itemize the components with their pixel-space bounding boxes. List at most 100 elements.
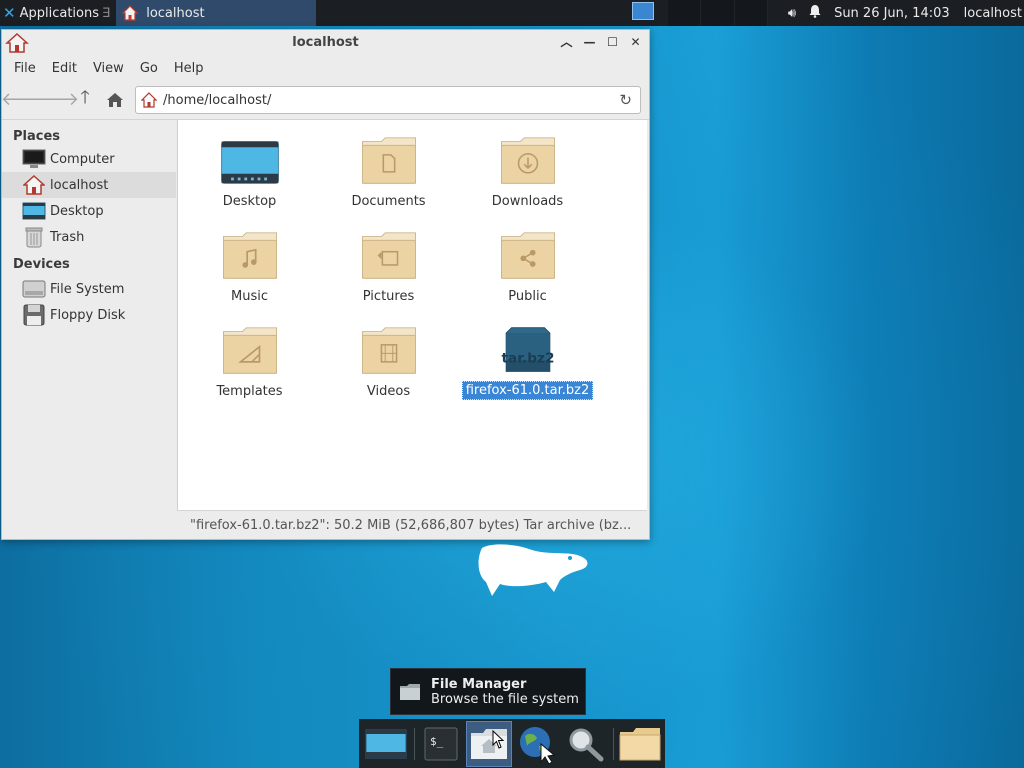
file-manager-window: localhost ︿ — ☐ ✕ File Edit View Go Help… (1, 29, 650, 540)
dock-app-finder[interactable] (562, 721, 608, 767)
file-item-templates[interactable]: Templates (180, 310, 319, 400)
floppy-icon (22, 304, 46, 326)
file-manager-icon (400, 683, 420, 700)
file-item-music[interactable]: Music (180, 215, 319, 305)
public-folder-icon (500, 232, 555, 279)
templates-folder-icon (222, 327, 277, 374)
top-panel: ✕ Applications ∃ localhost 🔊︎ Sun 26 Jun… (0, 0, 1024, 26)
file-item-desktop[interactable]: Desktop (180, 120, 319, 210)
xfce-logo-icon: ✕ (3, 4, 16, 22)
desktop-icon (22, 200, 46, 222)
globe-icon (520, 726, 556, 764)
file-item-label: Public (508, 289, 547, 304)
videos-folder-icon (361, 327, 416, 374)
parent-folder-button[interactable]: 🡑 (70, 86, 100, 114)
tooltip-subtitle: Browse the file system (431, 691, 579, 707)
shade-button[interactable]: ︿ (559, 34, 574, 49)
places-header: Places (13, 129, 61, 144)
taskbar-window-label: localhost (146, 5, 205, 21)
workspace-1[interactable] (632, 2, 654, 20)
dock: $_ (359, 719, 665, 768)
mouse-cursor-icon (492, 730, 505, 749)
menu-go[interactable]: Go (132, 61, 166, 76)
file-item-documents[interactable]: Documents (319, 120, 458, 210)
desktop-folder-icon (220, 141, 279, 184)
home-icon (107, 92, 123, 107)
documents-folder-icon (361, 137, 416, 184)
sidebar-item-desktop[interactable]: Desktop (2, 198, 176, 224)
magnifier-icon (569, 728, 604, 761)
sidebar-item-label: File System (50, 281, 125, 297)
sidebar-item-label: Computer (50, 151, 115, 167)
file-icon-view[interactable]: Desktop Documents Downloads Music Pictur… (177, 120, 647, 510)
dock-terminal[interactable]: $_ (418, 721, 464, 767)
sidebar-item-localhost[interactable]: localhost (2, 172, 176, 198)
window-titlebar[interactable]: localhost ︿ — ☐ ✕ (2, 30, 649, 56)
taskbar-window-button[interactable]: localhost (116, 0, 317, 26)
drive-icon (22, 278, 46, 300)
notification-bell-icon[interactable] (808, 4, 822, 22)
home-button[interactable] (100, 86, 130, 114)
menu-help[interactable]: Help (166, 61, 212, 76)
folder-icon (619, 727, 661, 760)
file-item-downloads[interactable]: Downloads (458, 120, 597, 210)
window-title: localhost (292, 35, 359, 50)
pictures-folder-icon (361, 232, 416, 279)
sidebar-item-label: localhost (50, 177, 109, 193)
sidebar-item-floppy-disk[interactable]: Floppy Disk (2, 302, 176, 328)
home-icon (22, 174, 46, 196)
sidebar-item-label: Floppy Disk (50, 307, 126, 323)
svg-text:$_: $_ (430, 735, 444, 748)
sidebar-item-trash[interactable]: Trash (2, 224, 176, 250)
status-bar: "firefox-61.0.tar.bz2": 50.2 MiB (52,686… (177, 510, 647, 539)
file-item-label: Pictures (362, 289, 415, 304)
computer-icon (22, 148, 46, 170)
file-item-label: Documents (351, 194, 426, 209)
file-item-pictures[interactable]: Pictures (319, 215, 458, 305)
sidebar-item-file-system[interactable]: File System (2, 276, 176, 302)
menubar: File Edit View Go Help (2, 56, 649, 80)
downloads-folder-icon (500, 137, 555, 184)
reload-icon[interactable]: ↻ (619, 91, 632, 109)
archive-badge-text: tar.bz2 (501, 350, 554, 366)
trash-icon (22, 226, 46, 248)
location-home-icon (141, 92, 157, 108)
sidebar-item-label: Desktop (50, 203, 104, 219)
file-item-public[interactable]: Public (458, 215, 597, 305)
menu-edit[interactable]: Edit (44, 61, 85, 76)
sidebar: Places Computer localhost Desktop Trash (2, 120, 176, 539)
forward-button[interactable]: 🡒 (31, 86, 79, 114)
dock-show-desktop[interactable] (363, 721, 409, 767)
xfce-mouse-logo (478, 544, 588, 596)
sidebar-item-computer[interactable]: Computer (2, 146, 176, 172)
dock-web-browser[interactable] (514, 721, 560, 767)
location-bar[interactable]: /home/localhost/ ↻ (135, 86, 641, 114)
minimize-button[interactable]: — (582, 34, 597, 49)
workspace-switcher[interactable] (668, 0, 768, 26)
volume-icon[interactable]: 🔊︎ (788, 6, 796, 21)
location-path: /home/localhost/ (163, 92, 272, 108)
dock-separator (414, 727, 415, 760)
applications-label: Applications (19, 5, 99, 21)
file-item-videos[interactable]: Videos (319, 310, 458, 400)
archive-icon: tar.bz2 (501, 327, 554, 372)
terminal-icon: $_ (424, 727, 458, 760)
file-item-label: Videos (366, 384, 411, 399)
music-folder-icon (222, 232, 277, 279)
close-button[interactable]: ✕ (628, 34, 643, 49)
file-item-firefox-archive[interactable]: tar.bz2 firefox-61.0.tar.bz2 (458, 310, 597, 400)
dock-tooltip: File Manager Browse the file system (390, 668, 586, 715)
clock[interactable]: Sun 26 Jun, 14:03 (834, 6, 950, 21)
menu-file[interactable]: File (6, 61, 44, 76)
tooltip-title: File Manager (431, 676, 527, 692)
applications-menu[interactable]: ✕ Applications ∃ (0, 0, 116, 26)
dock-separator (613, 727, 614, 760)
file-item-label: Downloads (491, 194, 564, 209)
user-menu[interactable]: localhost (964, 6, 1022, 21)
file-item-label: Templates (216, 384, 283, 399)
menu-view[interactable]: View (85, 61, 132, 76)
maximize-button[interactable]: ☐ (605, 34, 620, 49)
dock-directory[interactable] (617, 721, 663, 767)
file-item-label: Music (231, 289, 268, 304)
devices-header: Devices (13, 257, 70, 272)
